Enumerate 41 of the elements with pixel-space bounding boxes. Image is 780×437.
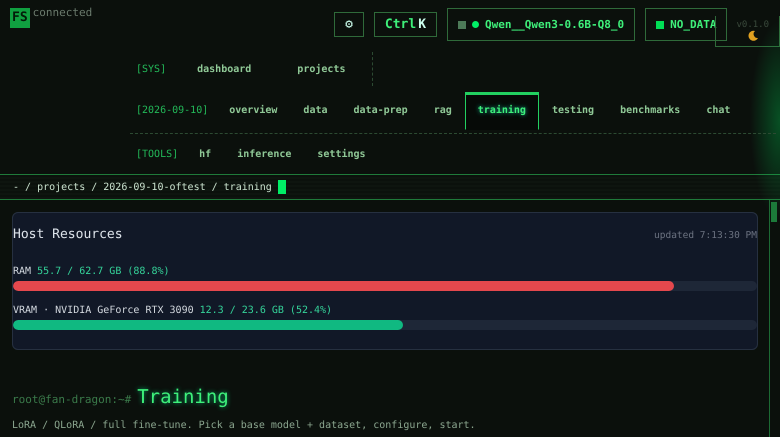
nav-tab[interactable]: projects (274, 54, 368, 84)
breadcrumb-item[interactable]: - (13, 182, 20, 192)
page-title: Training (137, 386, 229, 408)
nav-tab[interactable]: data (290, 96, 341, 125)
nav-tab[interactable]: dashboard (174, 54, 274, 84)
breadcrumb-separator: / (91, 182, 98, 192)
breadcrumb-item[interactable]: 2026-09-10-oftest (103, 182, 206, 192)
breadcrumb-separator: / (25, 182, 32, 192)
nav-group-label: [TOOLS] (135, 148, 180, 160)
logo: FS (10, 8, 30, 28)
breadcrumb-separator: / (212, 182, 218, 192)
nav-tab[interactable]: rag (420, 96, 465, 125)
nav-tab[interactable]: hf (186, 140, 224, 168)
breadcrumb-item[interactable]: projects (37, 182, 86, 192)
data-status-button[interactable]: NO_DATA (645, 8, 728, 41)
nav-tab[interactable]: inference (224, 140, 304, 168)
card-title: Host Resources (13, 227, 123, 242)
meter-reading: 12.3 / 23.6 GB (52.4%) (200, 305, 332, 316)
model-selector[interactable]: Qwen__Qwen3-0.6B-Q8_0 (447, 8, 636, 41)
nav-tab[interactable]: benchmarks (607, 96, 694, 125)
settings-button[interactable]: ⚙ (334, 12, 364, 37)
shell-prompt: root@fan-dragon:~# (12, 393, 132, 406)
breadcrumb-item: training (224, 182, 272, 192)
meter-reading: 55.7 / 62.7 GB (88.8%) (37, 266, 170, 277)
meter-label: RAM (13, 266, 32, 277)
nav-tab[interactable]: testing (538, 96, 608, 125)
nav-tab[interactable]: training (464, 92, 539, 130)
page-description: LoRA / QLoRA / full fine-tune. Pick a base model + dataset, configure, start. (12, 420, 477, 431)
scrollbar[interactable] (769, 200, 778, 437)
nav-group-label: [SYS] (135, 64, 168, 74)
nav-tab[interactable]: data-prep (340, 96, 421, 125)
nav-tab[interactable]: settings (304, 140, 379, 168)
command-shortcut-button[interactable]: Ctrl K (374, 12, 438, 37)
updated-time: updated 7:13:30 PM (654, 230, 757, 241)
nav-tab[interactable]: chat (693, 96, 744, 125)
moon-icon (746, 30, 759, 42)
nav-group-label: [2026-09-10] (135, 105, 210, 116)
nav-tab[interactable]: overview (216, 96, 290, 125)
text-cursor (278, 180, 286, 194)
meter-label: VRAM · NVIDIA GeForce RTX 3090 (13, 305, 194, 316)
connection-status: connected (32, 6, 92, 19)
